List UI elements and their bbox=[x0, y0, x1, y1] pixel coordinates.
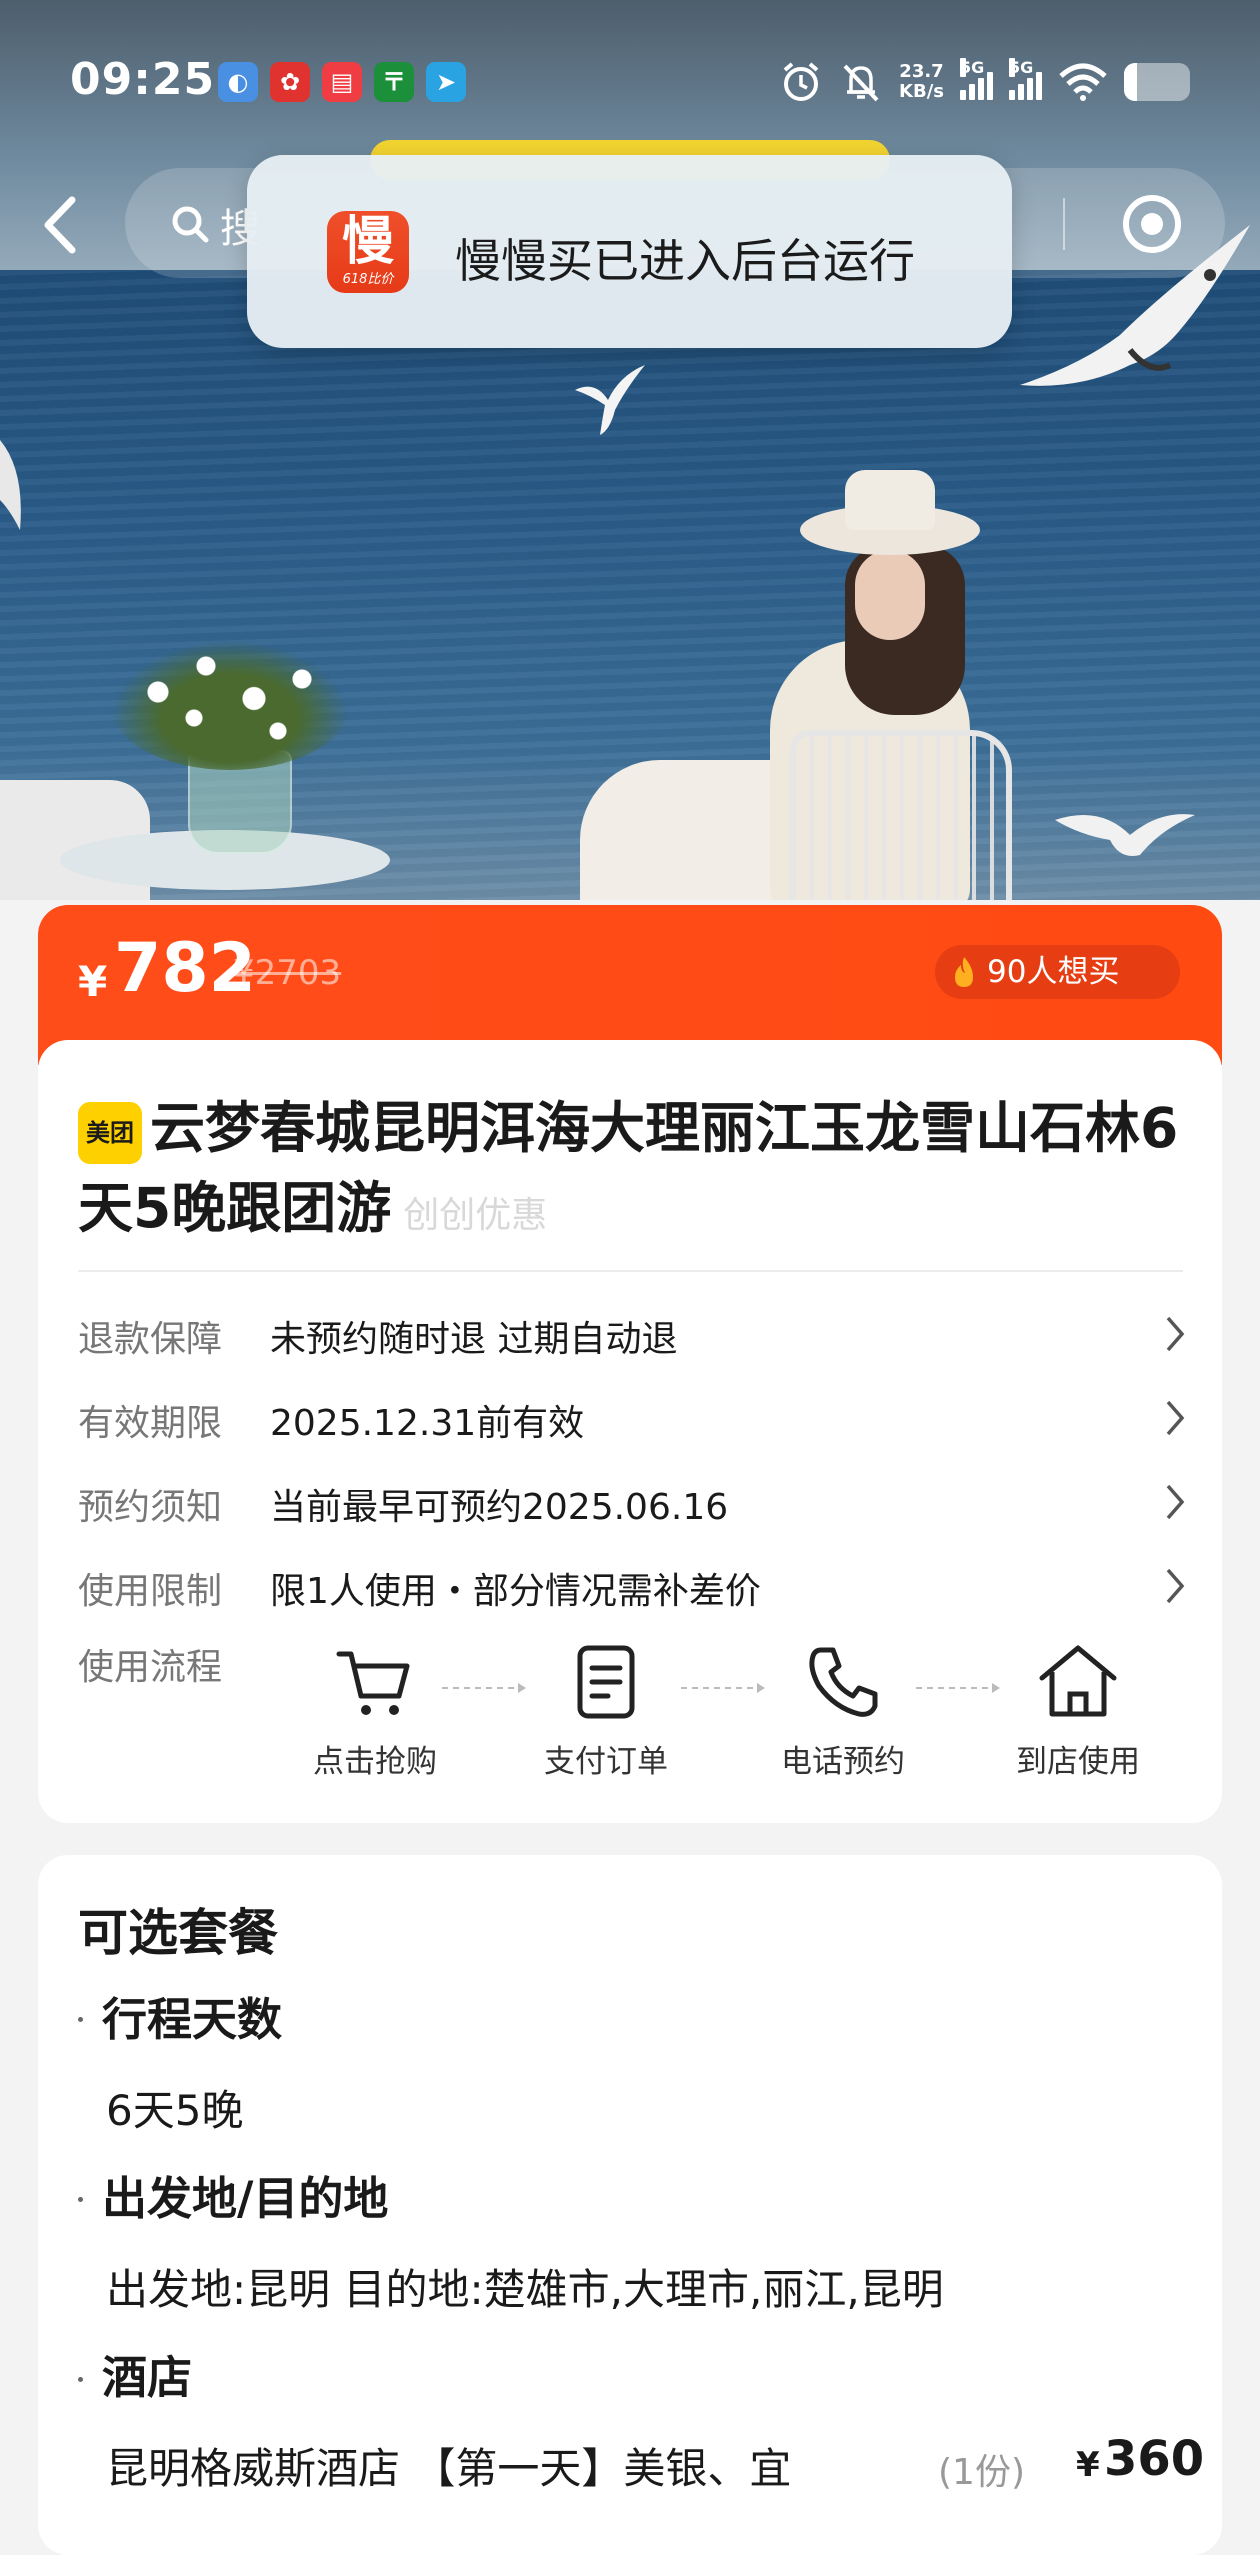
process-step-buy: 点击抢购 bbox=[300, 1640, 450, 1781]
status-app-icons: ◐ ✿ ▤ 〒 ➤ bbox=[218, 62, 466, 102]
option-hotel-label: 酒店 bbox=[102, 2351, 193, 2404]
info-row-value: 未预约随时退 过期自动退 bbox=[270, 1319, 678, 1360]
packages-title: 可选套餐 bbox=[78, 1904, 278, 1962]
dashed-arrow-icon bbox=[442, 1683, 526, 1693]
target-icon[interactable] bbox=[1120, 192, 1184, 256]
original-price: ¥2703 bbox=[233, 953, 342, 993]
battery-icon bbox=[1124, 63, 1190, 101]
hotel-price: 360 bbox=[1104, 2431, 1205, 2487]
network-speed-unit: KB/s bbox=[899, 81, 944, 102]
home-icon bbox=[1039, 1645, 1117, 1717]
info-row-label: 使用限制 bbox=[78, 1571, 223, 1612]
app-icon-red-can: ▤ bbox=[322, 62, 362, 102]
dashed-arrow-icon bbox=[681, 1683, 765, 1693]
process-step-pay: 支付订单 bbox=[531, 1640, 681, 1781]
status-right: 23.7 KB/s 5G 5G bbox=[779, 58, 1190, 104]
alarm-icon bbox=[783, 62, 819, 101]
product-tag: 创创优惠 bbox=[403, 1195, 548, 1236]
cart-icon bbox=[336, 1651, 410, 1715]
bullet-dot bbox=[78, 2017, 83, 2022]
hero-chair bbox=[790, 730, 1012, 900]
back-button[interactable] bbox=[30, 190, 90, 260]
network-type-label: 5G bbox=[1009, 58, 1034, 77]
hero-person-face bbox=[855, 550, 925, 640]
info-row-booking[interactable]: 预约须知 当前最早可预约2025.06.16 bbox=[78, 1472, 1188, 1532]
chevron-right-icon bbox=[1166, 1568, 1185, 1604]
info-row-refund[interactable]: 退款保障 未预约随时退 过期自动退 bbox=[78, 1304, 1188, 1364]
signal-icon: 5G bbox=[960, 58, 993, 100]
currency-symbol: ¥ bbox=[78, 957, 108, 1006]
background-toast: 慢 618比价 慢慢买已进入后台运行 bbox=[247, 155, 1012, 348]
app-icon-telegram: ➤ bbox=[426, 62, 466, 102]
app-icon-red-flower: ✿ bbox=[270, 62, 310, 102]
process-step-label: 到店使用 bbox=[1016, 1744, 1140, 1780]
app-icon-blue: ◐ bbox=[218, 62, 258, 102]
app-icon-char: 慢 bbox=[341, 212, 394, 272]
chevron-right-icon bbox=[1166, 1484, 1185, 1520]
app-icon-sub: 618比价 bbox=[342, 272, 394, 287]
search-icon bbox=[172, 206, 209, 243]
process-step-label: 支付订单 bbox=[544, 1744, 668, 1780]
seagull-icon bbox=[1055, 814, 1195, 856]
chevron-right-icon bbox=[1166, 1316, 1185, 1352]
option-route-value[interactable]: 出发地:昆明 目的地:楚雄市,大理市,丽江,昆明 bbox=[106, 2256, 944, 2317]
option-days-value[interactable]: 6天5晚 bbox=[106, 2077, 243, 2138]
nav-divider bbox=[1063, 198, 1065, 250]
network-type-label: 5G bbox=[960, 58, 985, 77]
process-step-label: 电话预约 bbox=[781, 1744, 905, 1780]
process-label: 使用流程 bbox=[78, 1647, 223, 1688]
info-row-label: 有效期限 bbox=[78, 1403, 223, 1444]
order-icon bbox=[577, 1645, 635, 1719]
phone-icon bbox=[809, 1647, 878, 1717]
dashed-arrow-icon bbox=[916, 1683, 1000, 1693]
flame-icon bbox=[955, 957, 973, 987]
network-speed-value: 23.7 bbox=[899, 61, 944, 82]
signal-icon: 5G bbox=[1009, 58, 1042, 100]
manmanmai-app-icon: 慢 618比价 bbox=[327, 211, 409, 293]
divider bbox=[78, 1270, 1183, 1272]
info-row-value: 限1人使用・部分情况需补差价 bbox=[270, 1571, 761, 1612]
process-step-visit: 到店使用 bbox=[1003, 1640, 1153, 1781]
info-row-restriction[interactable]: 使用限制 限1人使用・部分情况需补差价 bbox=[78, 1556, 1188, 1616]
status-bar: 09:25 ◐ ✿ ▤ 〒 ➤ 23.7 KB/s 5G 5G bbox=[0, 50, 1260, 120]
info-row-validity[interactable]: 有效期限 2025.12.31前有效 bbox=[78, 1388, 1188, 1448]
toast-message: 慢慢买已进入后台运行 bbox=[455, 234, 915, 288]
process-step-call: 电话预约 bbox=[768, 1640, 918, 1781]
app-icon-postal: 〒 bbox=[374, 62, 414, 102]
bullet-dot bbox=[78, 2197, 83, 2202]
packages-card: 可选套餐 行程天数 6天5晚 出发地/目的地 出发地:昆明 目的地:楚雄市,大理… bbox=[38, 1855, 1222, 2555]
want-count: 90人想买 bbox=[987, 954, 1120, 990]
battery-level bbox=[1124, 63, 1138, 101]
bullet-dot bbox=[78, 2377, 83, 2382]
want-count-badge: 90人想买 bbox=[935, 945, 1180, 999]
seagull-icon bbox=[575, 365, 645, 435]
wifi-icon bbox=[1059, 63, 1107, 101]
hotel-quantity: (1份) bbox=[938, 2452, 1025, 2493]
option-hotel-value[interactable]: 昆明格威斯酒店 【第一天】美银、宜 bbox=[106, 2435, 791, 2496]
option-route-label: 出发地/目的地 bbox=[102, 2172, 389, 2225]
info-row-value: 当前最早可预约2025.06.16 bbox=[270, 1487, 729, 1528]
hero-image bbox=[0, 0, 1260, 900]
product-title-block: 美团 云梦春城昆明洱海大理丽江玉龙雪山石林6天5晚跟团游 创创优惠 bbox=[78, 1088, 1188, 1256]
info-row-value: 2025.12.31前有效 bbox=[270, 1403, 585, 1444]
hero-hat-crown bbox=[845, 470, 935, 530]
mute-icon bbox=[843, 64, 879, 102]
hero-flowers bbox=[110, 640, 350, 770]
info-row-label: 预约须知 bbox=[78, 1487, 223, 1528]
process-step-label: 点击抢购 bbox=[313, 1744, 437, 1780]
chevron-right-icon bbox=[1166, 1400, 1185, 1436]
meituan-badge: 美团 bbox=[78, 1102, 142, 1164]
status-time: 09:25 bbox=[70, 54, 216, 105]
option-days-label: 行程天数 bbox=[102, 1993, 283, 2046]
network-speed: 23.7 KB/s bbox=[899, 62, 944, 102]
seagull-icon bbox=[0, 440, 21, 530]
product-info-card: 美团 云梦春城昆明洱海大理丽江玉龙雪山石林6天5晚跟团游 创创优惠 退款保障 未预约… bbox=[38, 1040, 1222, 1823]
hotel-currency: ¥ bbox=[1076, 2445, 1100, 2485]
info-row-label: 退款保障 bbox=[78, 1319, 223, 1360]
product-title: 云梦春城昆明洱海大理丽江玉龙雪山石林6天5晚跟团游 bbox=[78, 1096, 1179, 1240]
